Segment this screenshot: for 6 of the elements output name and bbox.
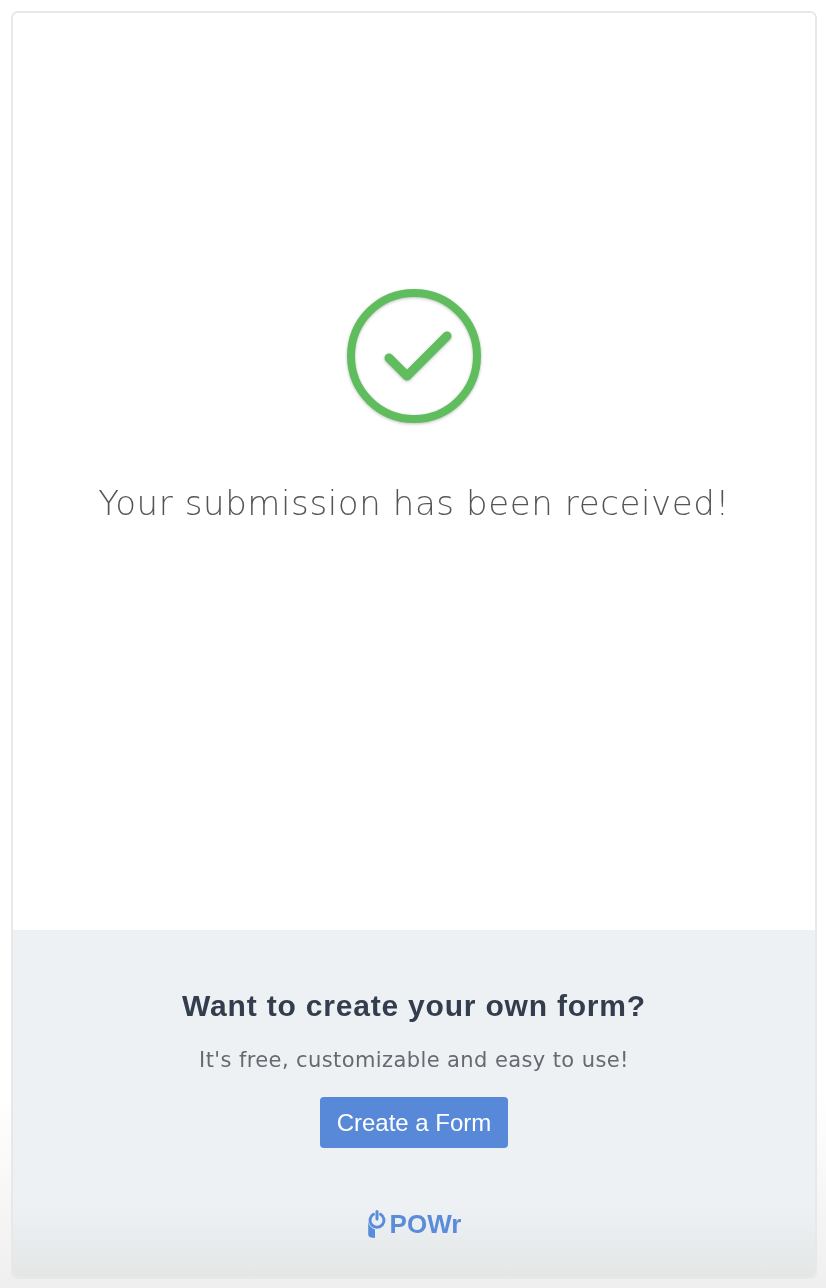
- brand-logo-link[interactable]: POWr: [366, 1210, 462, 1239]
- confirmation-message: Your submission has been received!: [98, 482, 730, 525]
- create-form-button[interactable]: Create a Form: [319, 1097, 509, 1149]
- promo-subheading: It's free, customizable and easy to use!: [199, 1047, 629, 1074]
- power-symbol-icon: [366, 1210, 387, 1239]
- promo-heading: Want to create your own form?: [182, 988, 646, 1024]
